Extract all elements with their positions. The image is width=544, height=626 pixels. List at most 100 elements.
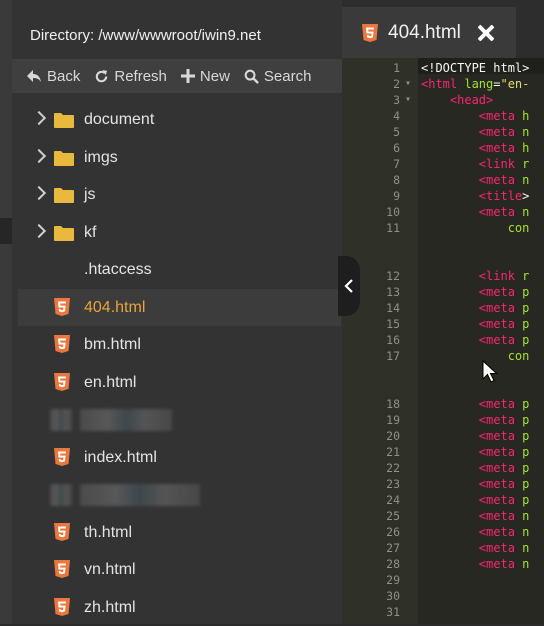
code-token: <meta [479, 413, 515, 427]
code-token: <meta [479, 493, 515, 507]
fold-arrow-icon[interactable]: ▾ [405, 76, 411, 92]
code-token: n [515, 205, 529, 219]
code-token: p [515, 317, 529, 331]
file-row[interactable]: vn.html [12, 551, 342, 589]
file-row[interactable]: .htaccess [12, 251, 342, 289]
line-number: 4 [393, 108, 400, 124]
file-name: vn.html [84, 551, 136, 589]
code-area[interactable]: <!DOCTYPE html><html lang="en- <head> <m… [418, 58, 544, 624]
code-token: <meta [479, 173, 515, 187]
code-line: con [421, 220, 529, 236]
code-token: <meta [479, 445, 515, 459]
file-row[interactable]: zh.html [12, 589, 342, 626]
redacted-icon [50, 484, 72, 506]
code-token [421, 397, 479, 411]
code-line: <meta p [421, 284, 529, 300]
line-number: 31 [386, 604, 400, 620]
code-token: <meta [479, 317, 515, 331]
code-token: n [515, 509, 529, 523]
line-number: 27 [386, 540, 400, 556]
line-number: 14 [386, 300, 400, 316]
chevron-right-icon[interactable] [32, 223, 46, 237]
code-token [421, 333, 479, 347]
code-token: <meta [479, 125, 515, 139]
line-number: 23 [386, 476, 400, 492]
code-token: p [515, 301, 529, 315]
code-line: <title> [421, 188, 529, 204]
code-token: > [522, 189, 529, 203]
code-token [421, 477, 479, 491]
chevron-right-icon[interactable] [32, 186, 46, 200]
line-number: 13 [386, 284, 400, 300]
code-token [421, 221, 508, 235]
code-token: <meta [479, 557, 515, 571]
close-icon[interactable] [477, 24, 495, 42]
code-token: n [515, 557, 529, 571]
new-label: New [200, 68, 230, 85]
code-token: h [515, 109, 529, 123]
chevron-right-icon[interactable] [32, 111, 46, 125]
redacted-filename [80, 484, 200, 506]
code-token [421, 429, 479, 443]
code-token: n [515, 173, 529, 187]
line-number: 6 [393, 140, 400, 156]
code-token [421, 157, 479, 171]
left-edge-strip [0, 0, 12, 624]
file-row[interactable]: bm.html [12, 326, 342, 364]
code-token [421, 205, 479, 219]
code-token [421, 413, 479, 427]
collapse-sidebar-button[interactable] [338, 256, 360, 316]
line-number: 1 [393, 60, 400, 76]
file-name: bm.html [84, 326, 141, 364]
code-token [421, 525, 479, 539]
html5-icon [54, 373, 70, 391]
code-token: r [515, 157, 529, 171]
code-token: <link [479, 157, 515, 171]
line-number: 2 [393, 76, 400, 92]
search-button[interactable]: Search [244, 68, 312, 85]
file-row[interactable]: th.html [12, 514, 342, 552]
line-number: 16 [386, 332, 400, 348]
folder-row[interactable]: kf [12, 214, 342, 252]
code-line: <meta n [421, 540, 529, 556]
new-button[interactable]: New [181, 68, 230, 85]
folder-row[interactable]: js [12, 176, 342, 214]
code-token: p [515, 477, 529, 491]
back-arrow-icon [26, 69, 42, 83]
file-name: js [84, 176, 96, 214]
back-button[interactable]: Back [26, 68, 80, 85]
code-line: <meta p [421, 492, 529, 508]
line-number: 28 [386, 556, 400, 572]
refresh-button[interactable]: Refresh [94, 68, 167, 85]
line-number: 12 [386, 268, 400, 284]
file-row-active[interactable]: 404.html [18, 289, 341, 327]
file-row[interactable]: en.html [12, 364, 342, 402]
code-token: con [508, 349, 530, 363]
tab-title: 404.html [388, 22, 461, 44]
code-line: <meta h [421, 108, 529, 124]
line-number: 7 [393, 156, 400, 172]
folder-row[interactable]: imgs [12, 139, 342, 177]
code-token: <meta [479, 285, 515, 299]
tab-404-html[interactable]: 404.html [342, 7, 516, 60]
chevron-right-icon[interactable] [32, 148, 46, 162]
redacted-file-row[interactable] [12, 476, 342, 514]
code-token: p [515, 445, 529, 459]
code-token: p [515, 493, 529, 507]
code-line: <link r [421, 156, 529, 172]
line-number: 22 [386, 460, 400, 476]
line-number: 25 [386, 508, 400, 524]
code-token: <meta [479, 109, 515, 123]
line-number: 8 [393, 172, 400, 188]
code-line: <meta p [421, 476, 529, 492]
file-row[interactable]: index.html [12, 439, 342, 477]
code-token: n [515, 541, 529, 555]
html5-icon [362, 24, 378, 42]
code-token: p [515, 461, 529, 475]
redacted-file-row[interactable] [12, 401, 342, 439]
folder-row[interactable]: document [12, 101, 342, 139]
code-token [421, 461, 479, 475]
line-number: 10 [386, 204, 400, 220]
code-token [421, 285, 479, 299]
fold-arrow-icon[interactable]: ▾ [405, 92, 411, 108]
